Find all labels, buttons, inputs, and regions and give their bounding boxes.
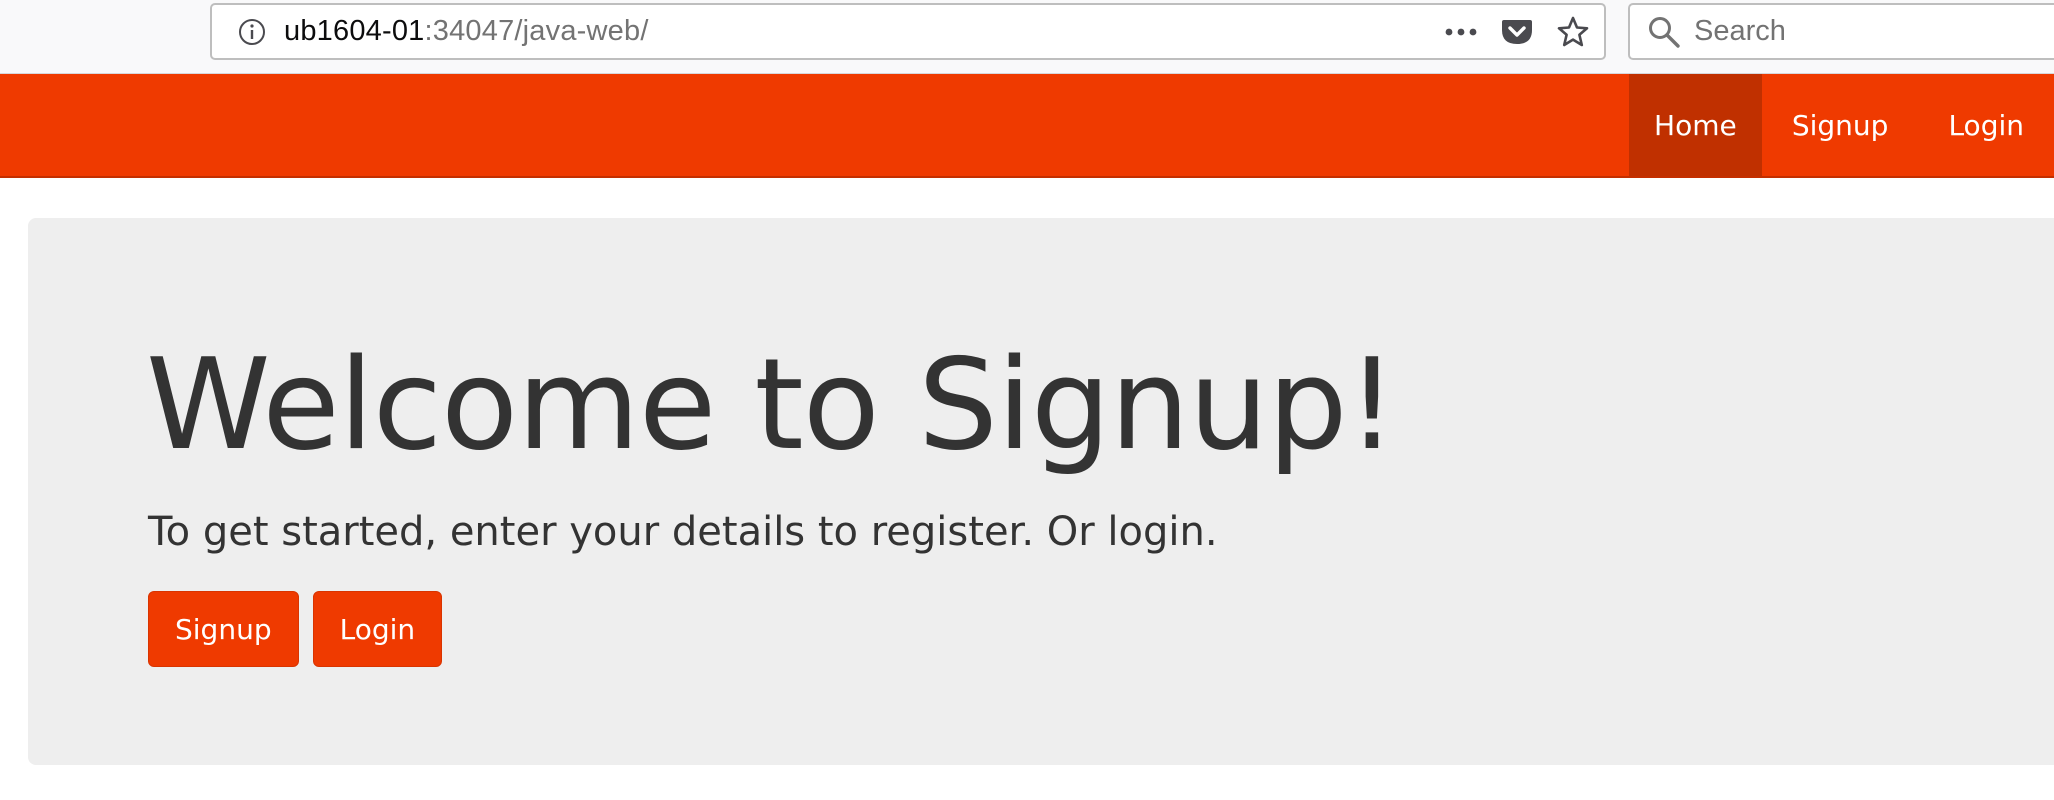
site-navbar: Home Signup Login (0, 74, 2054, 178)
info-icon[interactable] (230, 10, 274, 54)
url-host: ub1604-01 (284, 15, 425, 47)
search-placeholder: Search (1694, 15, 1786, 47)
browser-toolbar: ub1604-01:34047/java-web/ Search (0, 0, 2054, 74)
url-text[interactable]: ub1604-01:34047/java-web/ (284, 15, 649, 48)
nav-item-home[interactable]: Home (1628, 74, 1762, 176)
page-title: Welcome to Signup! (146, 331, 1397, 478)
url-actions (1444, 15, 1590, 49)
more-actions-icon[interactable] (1444, 15, 1478, 49)
url-bar[interactable]: ub1604-01:34047/java-web/ (210, 3, 1606, 60)
action-buttons: Signup Login (148, 591, 443, 667)
url-path: :34047/java-web/ (424, 15, 649, 47)
intro-text: To get started, enter your details to re… (148, 509, 1218, 555)
jumbotron: Welcome to Signup! To get started, enter… (28, 218, 2054, 765)
pocket-icon[interactable] (1500, 15, 1534, 49)
login-button[interactable]: Login (312, 591, 443, 667)
nav-item-signup[interactable]: Signup (1762, 74, 1919, 176)
nav-list: Home Signup Login (1628, 74, 2054, 176)
signup-button[interactable]: Signup (148, 591, 299, 667)
bookmark-star-icon[interactable] (1556, 15, 1590, 49)
search-icon (1644, 12, 1684, 52)
search-input[interactable]: Search (1628, 3, 2054, 60)
nav-item-login[interactable]: Login (1918, 74, 2054, 176)
